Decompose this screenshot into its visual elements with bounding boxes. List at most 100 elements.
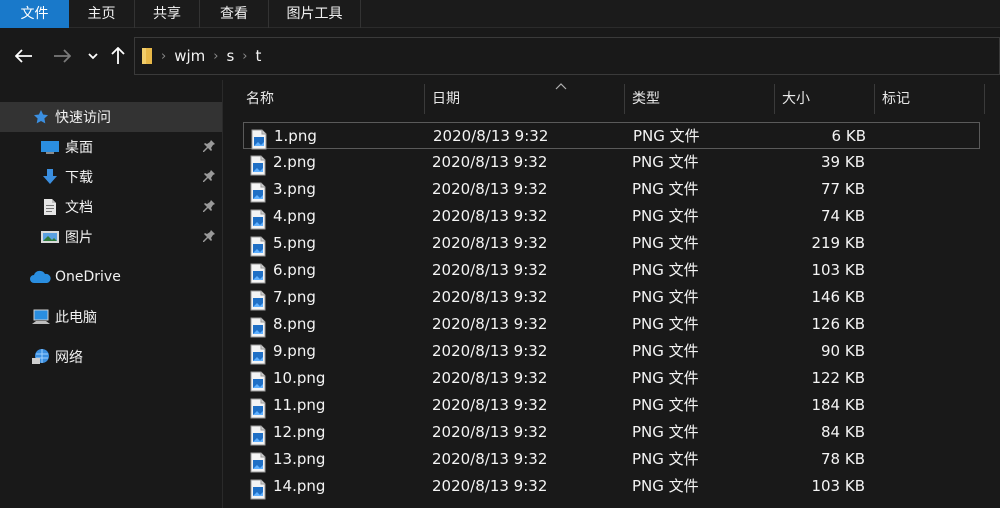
file-row[interactable]: 12.png 2020/8/13 9:32 PNG 文件 84 KB [243,419,980,446]
file-row[interactable]: 6.png 2020/8/13 9:32 PNG 文件 103 KB [243,257,980,284]
breadcrumb-s[interactable]: s [226,47,234,65]
file-row[interactable]: 5.png 2020/8/13 9:32 PNG 文件 219 KB [243,230,980,257]
file-size: 78 KB [821,450,865,468]
file-type: PNG 文件 [633,127,700,145]
pane-divider[interactable] [222,80,223,508]
column-resize-handle[interactable] [874,84,875,114]
pin-icon [203,140,215,152]
sidebar-item-quick-access[interactable]: 快速访问 [0,102,222,132]
file-date: 2020/8/13 9:32 [432,207,548,225]
ribbon-tabs: 文件 主页 共享 查看 图片工具 [0,0,1000,28]
column-resize-handle[interactable] [774,84,775,114]
sidebar-item-label: 下载 [65,170,93,186]
sidebar-item-pictures[interactable]: 图片 [0,222,222,252]
file-row[interactable]: 4.png 2020/8/13 9:32 PNG 文件 74 KB [243,203,980,230]
file-row[interactable]: 2.png 2020/8/13 9:32 PNG 文件 39 KB [243,149,980,176]
file-type: PNG 文件 [632,180,699,198]
column-header-date[interactable]: 日期 [426,82,624,116]
file-row[interactable]: 8.png 2020/8/13 9:32 PNG 文件 126 KB [243,311,980,338]
sidebar-item-network[interactable]: 网络 [0,342,222,372]
column-resize-handle[interactable] [984,84,985,114]
png-file-icon [250,398,266,419]
column-header-name[interactable]: 名称 [240,82,425,116]
file-row[interactable]: 1.png 2020/8/13 9:32 PNG 文件 6 KB [243,122,980,150]
breadcrumb-wjm[interactable]: wjm [174,47,205,65]
sidebar-item-label: OneDrive [55,269,121,285]
file-name: 6.png [273,261,316,279]
file-date: 2020/8/13 9:32 [433,127,549,145]
png-file-icon [250,263,266,284]
breadcrumb-t[interactable]: t [256,47,262,65]
file-size: 84 KB [821,423,865,441]
file-name: 13.png [273,450,326,468]
file-date: 2020/8/13 9:32 [432,396,548,414]
png-file-icon [250,209,266,230]
file-size: 219 KB [811,234,865,252]
file-row[interactable]: 7.png 2020/8/13 9:32 PNG 文件 146 KB [243,284,980,311]
png-file-icon [250,371,266,392]
back-button[interactable] [10,36,38,76]
file-name: 9.png [273,342,316,360]
tab-separator [360,0,361,28]
sidebar-item-documents[interactable]: 文档 [0,192,222,222]
recent-locations-button[interactable] [84,36,102,76]
sidebar-item-onedrive[interactable]: OneDrive [0,262,222,292]
file-size: 184 KB [811,396,865,414]
file-name: 7.png [273,288,316,306]
tab-home[interactable]: 主页 [69,0,134,28]
document-icon [39,196,61,218]
file-date: 2020/8/13 9:32 [432,180,548,198]
file-row[interactable]: 11.png 2020/8/13 9:32 PNG 文件 184 KB [243,392,980,419]
column-resize-handle[interactable] [624,84,625,114]
sidebar-item-downloads[interactable]: 下载 [0,162,222,192]
file-name: 5.png [273,234,316,252]
file-size: 90 KB [821,342,865,360]
column-header-tags[interactable]: 标记 [876,82,984,116]
sidebar-item-desktop[interactable]: 桌面 [0,132,222,162]
star-icon [30,106,52,128]
computer-icon [30,306,52,328]
sidebar-item-label: 桌面 [65,140,93,156]
file-size: 146 KB [811,288,865,306]
png-file-icon [250,479,266,500]
pin-icon [203,200,215,212]
file-row[interactable]: 14.png 2020/8/13 9:32 PNG 文件 103 KB [243,473,980,500]
file-size: 39 KB [821,153,865,171]
sidebar-item-label: 图片 [65,230,93,246]
tab-view[interactable]: 查看 [200,0,268,28]
png-file-icon [250,344,266,365]
file-row[interactable]: 13.png 2020/8/13 9:32 PNG 文件 78 KB [243,446,980,473]
address-bar[interactable]: › wjm › s › t [134,37,1000,75]
download-icon [39,166,61,188]
file-type: PNG 文件 [632,315,699,333]
file-size: 126 KB [811,315,865,333]
arrow-left-icon [15,49,32,63]
column-header-size[interactable]: 大小 [776,82,874,116]
file-type: PNG 文件 [632,477,699,495]
file-size: 77 KB [821,180,865,198]
tab-picture-tools[interactable]: 图片工具 [269,0,360,28]
column-resize-handle[interactable] [424,84,425,114]
up-button[interactable] [108,36,128,76]
column-header-type[interactable]: 类型 [626,82,774,116]
file-size: 103 KB [811,261,865,279]
file-name: 3.png [273,180,316,198]
file-type: PNG 文件 [632,396,699,414]
pin-icon [203,170,215,182]
forward-button[interactable] [48,36,76,76]
tab-share[interactable]: 共享 [135,0,199,28]
file-name: 1.png [274,127,317,145]
sidebar-item-this-pc[interactable]: 此电脑 [0,302,222,332]
file-row[interactable]: 3.png 2020/8/13 9:32 PNG 文件 77 KB [243,176,980,203]
file-date: 2020/8/13 9:32 [432,315,548,333]
png-file-icon [250,317,266,338]
file-date: 2020/8/13 9:32 [432,369,548,387]
file-size: 74 KB [821,207,865,225]
file-name: 10.png [273,369,326,387]
breadcrumb-separator: › [213,48,219,64]
file-row[interactable]: 9.png 2020/8/13 9:32 PNG 文件 90 KB [243,338,980,365]
file-date: 2020/8/13 9:32 [432,450,548,468]
file-name: 2.png [273,153,316,171]
tab-file[interactable]: 文件 [0,0,69,28]
file-row[interactable]: 10.png 2020/8/13 9:32 PNG 文件 122 KB [243,365,980,392]
